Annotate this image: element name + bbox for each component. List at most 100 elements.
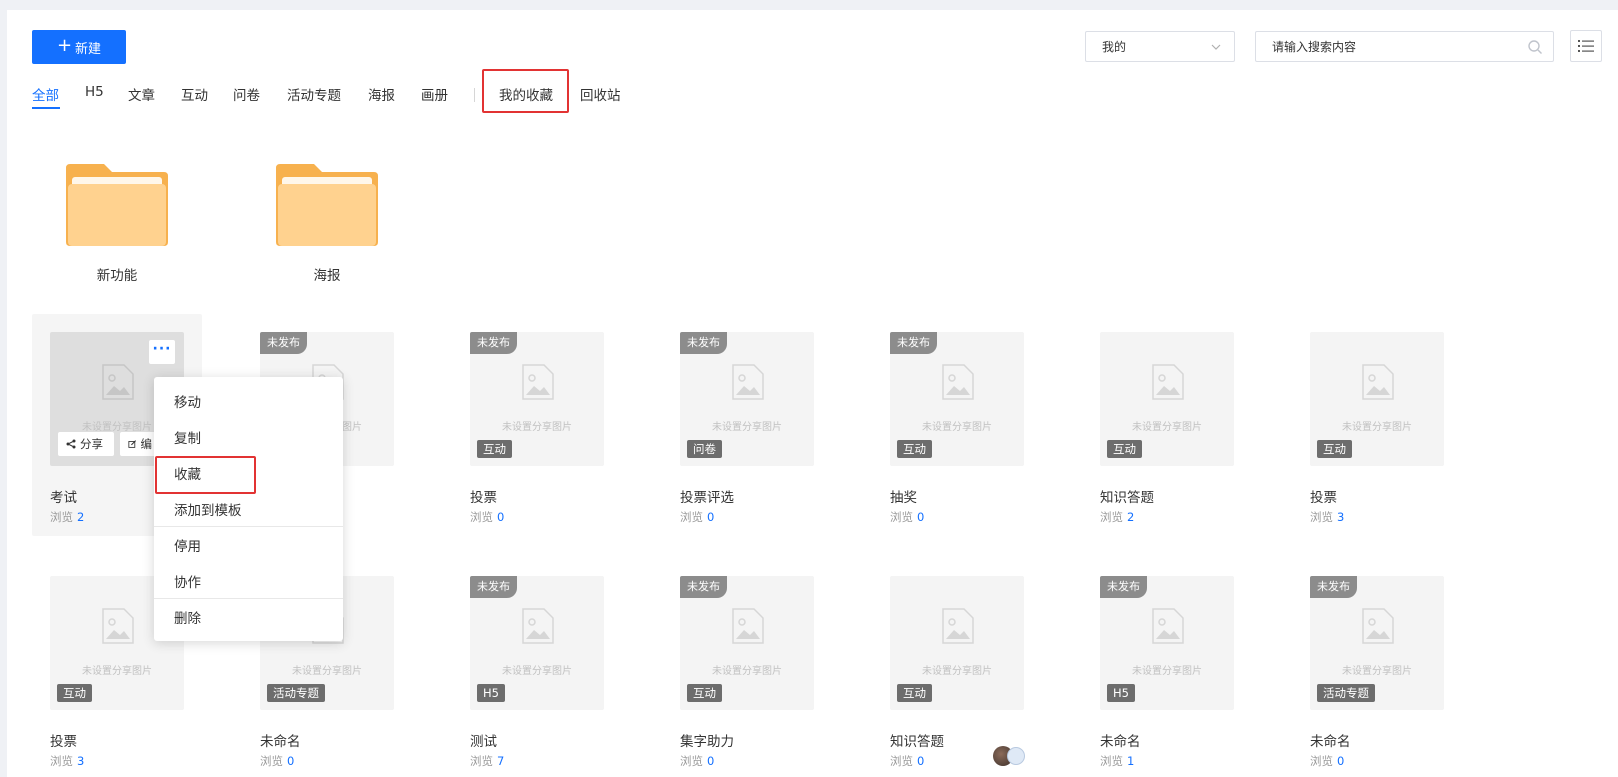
card-item[interactable]: 未设置分享图片 互动 投票 浏览 3: [1310, 332, 1444, 524]
type-badge: 问卷: [687, 440, 722, 458]
views-label: 浏览: [1310, 510, 1333, 524]
card-thumbnail[interactable]: 未设置分享图片 未发布 互动: [890, 332, 1024, 466]
views-count: 3: [77, 754, 85, 768]
no-share-image-text: 未设置分享图片: [712, 666, 782, 677]
card-views: 浏览 1: [1100, 753, 1134, 769]
no-share-image-text: 未设置分享图片: [1342, 422, 1412, 433]
card-views: 浏览 0: [890, 509, 924, 525]
share-label: 分享: [80, 437, 103, 451]
no-share-image-text: 未设置分享图片: [922, 422, 992, 433]
card-title: 考试: [50, 490, 77, 506]
views-label: 浏览: [680, 510, 703, 524]
share-button[interactable]: 分享: [58, 432, 114, 456]
search-input[interactable]: 请输入搜索内容: [1255, 31, 1554, 62]
card-thumbnail[interactable]: 未设置分享图片 未发布 H5: [470, 576, 604, 710]
card-views: 浏览 0: [260, 753, 294, 769]
folder-item[interactable]: 海报: [274, 162, 380, 284]
image-placeholder-icon: [1362, 608, 1394, 644]
card-title: 投票评选: [680, 490, 734, 506]
card-item[interactable]: 未设置分享图片 未发布 H5 测试 浏览 7: [470, 576, 604, 768]
menu-item-move[interactable]: 移动: [174, 391, 201, 411]
card-item[interactable]: 未设置分享图片 未发布 互动 集字助力 浏览 0: [680, 576, 814, 768]
card-item[interactable]: 未设置分享图片 未发布 互动 抽奖 浏览 0: [890, 332, 1024, 524]
menu-item-disable[interactable]: 停用: [174, 535, 201, 555]
menu-item-copy[interactable]: 复制: [174, 427, 201, 447]
unpublished-badge: 未发布: [680, 332, 727, 354]
card-thumbnail[interactable]: 未设置分享图片 互动: [1310, 332, 1444, 466]
tab-interactive[interactable]: 互动: [181, 84, 208, 104]
unpublished-badge: 未发布: [890, 332, 937, 354]
folder-name: 新功能: [96, 268, 138, 284]
image-placeholder-icon: [102, 608, 134, 644]
image-placeholder-icon: [1152, 364, 1184, 400]
tab-album[interactable]: 画册: [421, 84, 448, 104]
type-badge: H5: [477, 684, 505, 702]
card-item[interactable]: 未设置分享图片 互动 知识答题 浏览 0: [890, 576, 1024, 768]
card-item[interactable]: 未设置分享图片 未发布 活动专题 未命名 浏览 0: [1310, 576, 1444, 768]
type-badge: 活动专题: [1317, 684, 1375, 702]
tab-recycle-bin[interactable]: 回收站: [580, 84, 621, 104]
tab-all[interactable]: 全部: [32, 84, 59, 104]
card-title: 集字助力: [680, 734, 734, 750]
card-item[interactable]: 未设置分享图片 未发布 H5 未命名 浏览 1: [1100, 576, 1234, 768]
menu-item-collaborate[interactable]: 协作: [174, 571, 201, 591]
search-icon[interactable]: [1527, 39, 1543, 55]
card-views: 浏览 3: [50, 753, 84, 769]
tab-my-favorites[interactable]: 我的收藏: [499, 84, 553, 104]
card-views: 浏览 3: [1310, 509, 1344, 525]
unpublished-badge: 未发布: [1310, 576, 1357, 598]
new-button[interactable]: + 新建: [32, 30, 126, 64]
card-views: 浏览 0: [680, 753, 714, 769]
menu-item-delete[interactable]: 删除: [174, 607, 201, 627]
owner-filter-select[interactable]: 我的: [1085, 31, 1235, 62]
menu-item-add-to-template[interactable]: 添加到模板: [174, 499, 242, 519]
card-thumbnail[interactable]: 未设置分享图片 未发布 问卷: [680, 332, 814, 466]
card-thumbnail[interactable]: 未设置分享图片 未发布 H5: [1100, 576, 1234, 710]
image-placeholder-icon: [942, 608, 974, 644]
no-share-image-text: 未设置分享图片: [1132, 422, 1202, 433]
views-count: 2: [77, 510, 85, 524]
card-thumbnail[interactable]: 未设置分享图片 未发布 活动专题: [1310, 576, 1444, 710]
tab-h5[interactable]: H5: [85, 84, 104, 100]
collaborator-avatar[interactable]: [1007, 747, 1025, 765]
views-label: 浏览: [1100, 754, 1123, 768]
card-thumbnail[interactable]: 未设置分享图片 未发布 互动: [470, 332, 604, 466]
views-count: 3: [1337, 510, 1345, 524]
no-share-image-text: 未设置分享图片: [502, 666, 572, 677]
no-share-image-text: 未设置分享图片: [922, 666, 992, 677]
image-placeholder-icon: [1362, 364, 1394, 400]
tab-poster[interactable]: 海报: [368, 84, 395, 104]
views-label: 浏览: [470, 510, 493, 524]
card-views: 浏览 2: [50, 509, 84, 525]
image-placeholder-icon: [522, 608, 554, 644]
folder-item[interactable]: 新功能: [64, 162, 170, 284]
type-badge: 互动: [1317, 440, 1352, 458]
views-label: 浏览: [680, 754, 703, 768]
tab-survey[interactable]: 问卷: [233, 84, 260, 104]
card-views: 浏览 0: [680, 509, 714, 525]
card-title: 知识答题: [890, 734, 944, 750]
card-thumbnail[interactable]: 未设置分享图片 互动: [1100, 332, 1234, 466]
folder-name: 海报: [313, 268, 341, 284]
more-options-button[interactable]: ···: [149, 340, 175, 364]
card-context-menu: 移动 复制 收藏 添加到模板 停用 协作 删除: [154, 377, 343, 641]
list-icon: [1578, 40, 1594, 52]
image-placeholder-icon: [102, 364, 134, 400]
card-thumbnail[interactable]: 未设置分享图片 互动: [890, 576, 1024, 710]
list-view-button[interactable]: [1570, 30, 1602, 62]
menu-divider: [154, 526, 343, 527]
card-views: 浏览 0: [1310, 753, 1344, 769]
card-item[interactable]: 未设置分享图片 未发布 互动 投票 浏览 0: [470, 332, 604, 524]
no-share-image-text: 未设置分享图片: [292, 666, 362, 677]
tab-campaign[interactable]: 活动专题: [287, 84, 341, 104]
unpublished-badge: 未发布: [1100, 576, 1147, 598]
card-item[interactable]: 未设置分享图片 未发布 问卷 投票评选 浏览 0: [680, 332, 814, 524]
card-thumbnail[interactable]: 未设置分享图片 未发布 互动: [680, 576, 814, 710]
card-item[interactable]: 未设置分享图片 互动 知识答题 浏览 2: [1100, 332, 1234, 524]
tab-article[interactable]: 文章: [128, 84, 155, 104]
card-title: 知识答题: [1100, 490, 1154, 506]
menu-item-favorite[interactable]: 收藏: [174, 463, 201, 483]
views-label: 浏览: [260, 754, 283, 768]
type-badge: 互动: [1107, 440, 1142, 458]
chevron-down-icon: [1211, 44, 1221, 50]
